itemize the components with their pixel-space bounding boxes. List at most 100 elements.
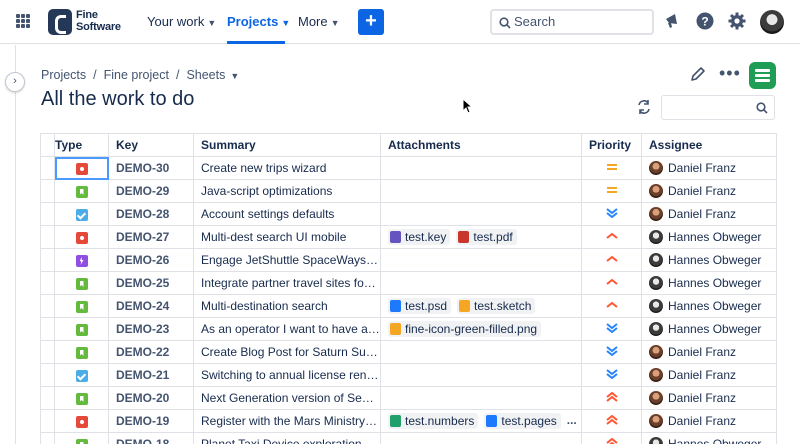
assignee-cell[interactable]: Hannes Obweger: [641, 271, 777, 295]
table-row[interactable]: DEMO-22 Create Blog Post for Saturn Sum.…: [40, 340, 777, 364]
edit-pencil-icon[interactable]: [690, 66, 706, 82]
attachment-chip[interactable]: test.numbers: [388, 413, 479, 429]
table-row[interactable]: DEMO-30 Create new trips wizard Daniel F…: [40, 156, 777, 180]
row-gutter[interactable]: [40, 340, 55, 364]
issue-key[interactable]: DEMO-23: [108, 317, 194, 341]
type-cell[interactable]: [54, 271, 109, 295]
row-gutter[interactable]: [40, 225, 55, 249]
table-row[interactable]: DEMO-27 Multi-dest search UI mobile test…: [40, 225, 777, 249]
issue-key[interactable]: DEMO-19: [108, 409, 194, 433]
table-row[interactable]: DEMO-26 Engage JetShuttle SpaceWays fo..…: [40, 248, 777, 272]
type-cell[interactable]: [54, 363, 109, 387]
table-row[interactable]: DEMO-18 Planet Taxi Device exploration &…: [40, 432, 777, 444]
row-gutter[interactable]: [40, 386, 55, 410]
priority-cell[interactable]: [581, 179, 642, 203]
attachment-chip[interactable]: test.pages: [484, 413, 561, 429]
column-header-key[interactable]: Key: [108, 133, 194, 157]
type-cell[interactable]: [54, 294, 109, 318]
attachments-cell[interactable]: [380, 156, 582, 180]
attachments-cell[interactable]: [380, 248, 582, 272]
issue-summary[interactable]: Java-script optimizations: [193, 179, 381, 203]
expand-sidebar-button[interactable]: ›: [5, 72, 25, 92]
breadcrumb-fine-project[interactable]: Fine project: [104, 68, 169, 82]
search-input[interactable]: [514, 14, 644, 29]
breadcrumb-projects[interactable]: Projects: [41, 68, 86, 82]
table-search-input[interactable]: [661, 95, 775, 120]
issue-key[interactable]: DEMO-22: [108, 340, 194, 364]
type-cell[interactable]: [54, 340, 109, 364]
issue-key[interactable]: DEMO-24: [108, 294, 194, 318]
create-button[interactable]: +: [358, 9, 384, 35]
assignee-cell[interactable]: Daniel Franz: [641, 179, 777, 203]
row-gutter[interactable]: [40, 179, 55, 203]
table-row[interactable]: DEMO-24 Multi-destination search test.ps…: [40, 294, 777, 318]
column-header-assignee[interactable]: Assignee: [641, 133, 777, 157]
table-row[interactable]: DEMO-21 Switching to annual license rene…: [40, 363, 777, 387]
type-cell[interactable]: [54, 432, 109, 444]
type-cell[interactable]: [54, 225, 109, 249]
issue-key[interactable]: DEMO-20: [108, 386, 194, 410]
attachments-cell[interactable]: test.key test.pdf: [380, 225, 582, 249]
nav-more[interactable]: More ▼: [298, 14, 340, 29]
help-icon[interactable]: ?: [696, 12, 714, 30]
app-switcher-icon[interactable]: [16, 14, 30, 28]
issue-summary[interactable]: Register with the Mars Ministry o...: [193, 409, 381, 433]
more-actions-icon[interactable]: •••: [719, 64, 741, 82]
type-cell[interactable]: [54, 179, 109, 203]
issue-summary[interactable]: Engage JetShuttle SpaceWays fo...: [193, 248, 381, 272]
more-attachments-indicator[interactable]: ...: [567, 413, 577, 427]
table-row[interactable]: DEMO-19 Register with the Mars Ministry …: [40, 409, 777, 433]
column-header-summary[interactable]: Summary: [193, 133, 381, 157]
assignee-cell[interactable]: Daniel Franz: [641, 386, 777, 410]
issue-key[interactable]: DEMO-18: [108, 432, 194, 444]
attachment-chip[interactable]: test.key: [388, 229, 451, 245]
priority-cell[interactable]: [581, 271, 642, 295]
attachments-cell[interactable]: [380, 386, 582, 410]
table-row[interactable]: DEMO-28 Account settings defaults Daniel…: [40, 202, 777, 226]
assignee-cell[interactable]: Daniel Franz: [641, 202, 777, 226]
row-gutter[interactable]: [40, 363, 55, 387]
notifications-megaphone-icon[interactable]: [664, 12, 680, 30]
priority-cell[interactable]: [581, 202, 642, 226]
assignee-cell[interactable]: Daniel Franz: [641, 363, 777, 387]
type-cell[interactable]: [54, 202, 109, 226]
attachment-chip[interactable]: test.pdf: [456, 229, 517, 245]
issue-summary[interactable]: As an operator I want to have a t...: [193, 317, 381, 341]
issue-key[interactable]: DEMO-28: [108, 202, 194, 226]
assignee-cell[interactable]: Daniel Franz: [641, 340, 777, 364]
attachment-chip[interactable]: test.psd: [388, 298, 452, 314]
chevron-down-icon[interactable]: ▼: [230, 71, 239, 81]
column-header-priority[interactable]: Priority: [581, 133, 642, 157]
type-cell[interactable]: [54, 248, 109, 272]
row-gutter[interactable]: [40, 202, 55, 226]
assignee-cell[interactable]: Hannes Obweger: [641, 225, 777, 249]
issue-summary[interactable]: Create new trips wizard: [193, 156, 381, 180]
user-avatar[interactable]: [760, 10, 784, 34]
column-header-type[interactable]: Type: [54, 133, 109, 157]
attachments-cell[interactable]: test.psd test.sketch: [380, 294, 582, 318]
table-row[interactable]: DEMO-25 Integrate partner travel sites f…: [40, 271, 777, 295]
issue-summary[interactable]: Multi-destination search: [193, 294, 381, 318]
type-cell[interactable]: [54, 386, 109, 410]
assignee-cell[interactable]: Hannes Obweger: [641, 317, 777, 341]
attachments-cell[interactable]: [380, 202, 582, 226]
brand-name[interactable]: Fine Software: [76, 9, 121, 33]
type-cell[interactable]: [54, 409, 109, 433]
nav-projects[interactable]: Projects ▼: [227, 14, 290, 29]
refresh-icon[interactable]: [636, 99, 652, 115]
assignee-cell[interactable]: Hannes Obweger: [641, 294, 777, 318]
priority-cell[interactable]: [581, 409, 642, 433]
attachments-cell[interactable]: fine-icon-green-filled.png: [380, 317, 582, 341]
nav-your-work[interactable]: Your work ▼: [147, 14, 216, 29]
type-cell[interactable]: [54, 156, 109, 180]
issue-summary[interactable]: Multi-dest search UI mobile: [193, 225, 381, 249]
priority-cell[interactable]: [581, 248, 642, 272]
priority-cell[interactable]: [581, 363, 642, 387]
assignee-cell[interactable]: Hannes Obweger: [641, 432, 777, 444]
attachments-cell[interactable]: [380, 179, 582, 203]
issue-key[interactable]: DEMO-21: [108, 363, 194, 387]
issue-key[interactable]: DEMO-29: [108, 179, 194, 203]
sheets-app-icon[interactable]: [749, 62, 776, 89]
priority-cell[interactable]: [581, 225, 642, 249]
table-row[interactable]: DEMO-20 Next Generation version of SeeS.…: [40, 386, 777, 410]
